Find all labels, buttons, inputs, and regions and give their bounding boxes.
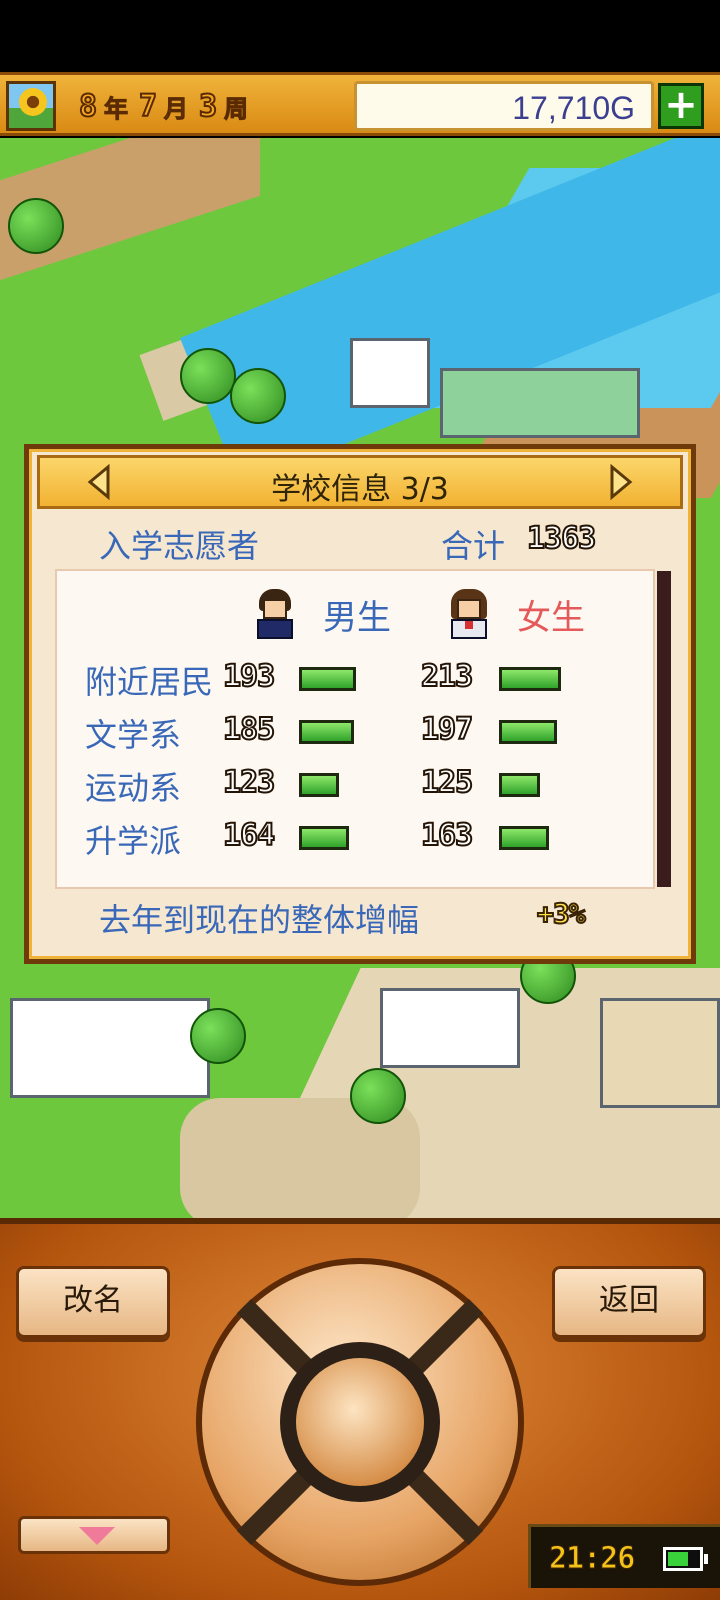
total-value: 1363: [526, 520, 597, 557]
female-column-header: 女生: [447, 589, 585, 639]
male-value: 185: [222, 711, 276, 748]
date-month-unit: 月: [164, 94, 189, 123]
table-row: 升学派 164 163: [57, 814, 657, 860]
female-value: 197: [420, 711, 474, 748]
growth-label: 去年到现在的整体增幅: [99, 901, 420, 939]
panel-header: 学校信息 3/3: [37, 455, 683, 509]
table-row: 文学系 185 197: [57, 708, 657, 754]
tree: [180, 348, 236, 404]
tree: [8, 198, 64, 254]
money-value: 17,710G: [512, 90, 635, 126]
menu-toggle-button[interactable]: [18, 1516, 170, 1554]
applicants-label: 入学志愿者: [99, 527, 260, 565]
female-bar: [499, 773, 540, 797]
back-button[interactable]: 返回: [552, 1266, 706, 1338]
directional-pad[interactable]: [196, 1258, 524, 1586]
female-bar: [499, 667, 561, 691]
panel-title: 学校信息 3/3: [271, 472, 449, 507]
dpad-center-button[interactable]: [280, 1342, 440, 1502]
applicants-table: 男生 女生 附近居民 193 213 文学系 185 197 运动系 123 1…: [55, 569, 655, 889]
male-value: 164: [222, 817, 276, 854]
map-building[interactable]: [350, 338, 430, 408]
control-panel: 改名 返回 21:26: [0, 1218, 720, 1600]
money-display: 17,710G: [354, 81, 654, 131]
school-info-panel: 学校信息 3/3 入学志愿者 合计 1363 男生 女生 附近居民 193 21…: [24, 444, 696, 964]
growth-value: +3%: [536, 896, 587, 931]
date-month: 7: [138, 88, 158, 125]
tree: [230, 368, 286, 424]
female-label: 女生: [517, 597, 585, 638]
date-week: 3: [198, 88, 218, 125]
clock-area: 21:26: [528, 1524, 720, 1588]
row-label: 附近居民: [85, 663, 214, 701]
table-scrollbar[interactable]: [657, 571, 671, 887]
clock-time: 21:26: [548, 1541, 635, 1577]
male-bar: [299, 826, 349, 850]
add-money-button[interactable]: +: [658, 83, 704, 129]
male-student-icon: [253, 589, 297, 639]
map-building[interactable]: [10, 998, 210, 1098]
date-year: 8: [78, 88, 98, 125]
triangle-down-icon: [79, 1527, 115, 1545]
male-bar: [299, 667, 356, 691]
female-value: 163: [420, 817, 474, 854]
male-value: 123: [222, 764, 276, 801]
row-label: 运动系: [85, 769, 182, 807]
tree: [350, 1068, 406, 1124]
top-status-bar: 8 年 7 月 3 周 17,710G +: [0, 72, 720, 136]
row-label: 文学系: [85, 716, 182, 754]
male-bar: [299, 720, 354, 744]
table-row: 附近居民 193 213: [57, 655, 657, 701]
next-page-button[interactable]: [602, 463, 638, 501]
date-year-unit: 年: [104, 94, 129, 123]
game-date: 8 年 7 月 3 周: [74, 85, 252, 127]
battery-icon: [663, 1547, 708, 1571]
male-label: 男生: [323, 597, 391, 638]
male-bar: [299, 773, 339, 797]
rename-button[interactable]: 改名: [16, 1266, 170, 1338]
male-value: 193: [222, 658, 276, 695]
sunflower-season-icon: [6, 81, 56, 131]
female-value: 125: [420, 764, 474, 801]
map-building[interactable]: [380, 988, 520, 1068]
table-row: 运动系 123 125: [57, 761, 657, 807]
arrow-right-icon: [610, 463, 633, 501]
total-label: 合计: [441, 527, 506, 565]
row-label: 升学派: [85, 822, 182, 860]
female-value: 213: [420, 658, 474, 695]
female-bar: [499, 826, 549, 850]
male-column-header: 男生: [253, 589, 391, 639]
map-building[interactable]: [600, 998, 720, 1108]
female-student-icon: [447, 589, 491, 639]
tree: [190, 1008, 246, 1064]
female-bar: [499, 720, 557, 744]
map-building[interactable]: [440, 368, 640, 438]
date-week-unit: 周: [224, 94, 249, 123]
